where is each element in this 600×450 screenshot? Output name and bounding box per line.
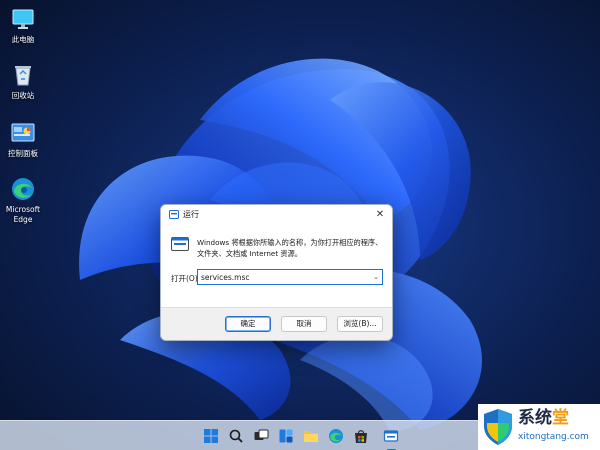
desktop-icon-control-panel[interactable]: 控制面板 [0, 120, 46, 159]
dialog-title: 运行 [183, 210, 199, 219]
desktop-icon-this-pc[interactable]: 此电脑 [0, 6, 46, 45]
edge-taskbar-button[interactable] [326, 426, 346, 446]
shield-icon [484, 409, 512, 445]
browse-button[interactable]: 浏览(B)... [337, 316, 383, 332]
open-input[interactable] [198, 270, 369, 284]
watermark-title: 系统堂 [518, 407, 569, 429]
task-view-button[interactable] [251, 426, 271, 446]
task-view-icon [254, 429, 269, 440]
file-explorer-icon [304, 431, 318, 442]
watermark: 系统堂 xitongtang.com [478, 404, 600, 450]
desktop-icon-edge[interactable]: Microsoft Edge [0, 176, 46, 225]
edge-icon [329, 429, 343, 443]
run-taskbar-button[interactable] [381, 426, 401, 450]
watermark-url: xitongtang.com [518, 432, 589, 442]
start-icon [204, 429, 218, 443]
dialog-titlebar[interactable]: 运行 ✕ [161, 205, 392, 225]
dialog-footer: 确定 取消 浏览(B)... [161, 307, 392, 340]
desktop-icon-label: Microsoft Edge [5, 205, 41, 224]
desktop-icon-label: 控制面板 [8, 149, 38, 158]
open-label: 打开(O): [171, 274, 201, 283]
desktop-icon-label: 回收站 [11, 91, 35, 100]
cancel-button[interactable]: 取消 [281, 316, 327, 332]
watermark-title-accent: 堂 [552, 408, 569, 428]
computer-icon [12, 9, 34, 29]
start-button[interactable] [201, 426, 221, 446]
file-explorer-button[interactable] [301, 426, 321, 446]
store-button[interactable] [351, 426, 371, 446]
run-icon [169, 210, 179, 219]
search-button[interactable] [226, 426, 246, 446]
ok-button[interactable]: 确定 [225, 316, 271, 332]
dialog-description: Windows 将根据你所输入的名称，为你打开相应的程序、文件夹、文档或 Int… [197, 238, 383, 258]
run-dialog: 运行 ✕ Windows 将根据你所输入的名称，为你打开相应的程序、文件夹、文档… [160, 204, 393, 341]
desktop: 此电脑 回收站 控制面板 Microsoft Edge 运行 ✕ Windows… [0, 0, 600, 450]
widgets-icon [279, 429, 293, 443]
chevron-down-icon[interactable]: ⌄ [373, 271, 379, 283]
recycle-bin-icon [15, 66, 31, 86]
widgets-button[interactable] [276, 426, 296, 446]
desktop-icon-label: 此电脑 [11, 35, 35, 44]
desktop-icon-recycle-bin[interactable]: 回收站 [0, 62, 46, 101]
run-icon [383, 430, 399, 442]
search-icon [229, 429, 243, 443]
edge-icon [12, 178, 34, 200]
store-icon [355, 430, 367, 443]
watermark-title-main: 系统 [518, 408, 552, 428]
control-panel-icon [11, 123, 35, 142]
close-button[interactable]: ✕ [368, 205, 392, 225]
open-combobox[interactable]: ⌄ [197, 269, 383, 285]
run-program-icon [171, 237, 189, 251]
